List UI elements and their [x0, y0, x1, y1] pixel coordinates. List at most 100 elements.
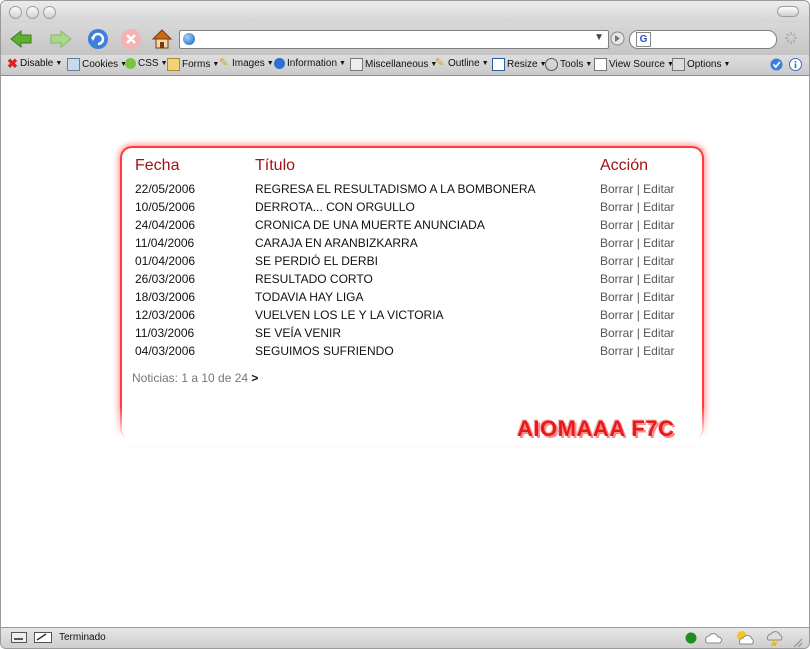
next-page-link[interactable]: > — [251, 371, 258, 385]
devbar-resize-menu[interactable]: Resize ▼ — [492, 58, 547, 71]
web-developer-toolbar: ✖ Disable ▼ Cookies ▼ CSS ▼ Forms ▼ ✎ Images ▼ … — [1, 55, 809, 76]
menu-arrow-icon: ▼ — [266, 60, 274, 67]
resize-grip-icon[interactable] — [793, 638, 803, 648]
page-info-icon[interactable] — [11, 632, 27, 643]
info-icon — [274, 58, 285, 69]
delete-link[interactable]: Borrar — [600, 272, 633, 286]
row-date: 11/04/2006 — [135, 236, 195, 250]
forward-arrow-icon — [50, 29, 72, 49]
row-title: VUELVEN LOS LE Y LA VICTORIA — [255, 308, 444, 322]
devbar-disable-menu[interactable]: ✖ Disable ▼ — [7, 56, 62, 71]
delete-link[interactable]: Borrar — [600, 218, 633, 232]
action-separator: | — [636, 200, 640, 214]
back-button[interactable] — [9, 27, 35, 51]
stop-button[interactable] — [118, 27, 144, 51]
row-title: CARAJA EN ARANBIZKARRA — [255, 236, 418, 250]
action-separator: | — [636, 308, 640, 322]
toolbar-toggle-button[interactable] — [777, 6, 799, 17]
action-separator: | — [636, 326, 640, 340]
delete-link[interactable]: Borrar — [600, 182, 633, 196]
cookies-icon — [67, 58, 80, 71]
minimize-window-button[interactable] — [26, 6, 39, 19]
back-arrow-icon — [10, 29, 32, 49]
action-separator: | — [636, 344, 640, 358]
title-bar — [1, 1, 809, 23]
pagination: Noticias: 1 a 10 de 24 > — [132, 371, 258, 385]
history-dropdown-icon[interactable]: ▼ — [594, 32, 604, 43]
row-title: DERROTA... CON ORGULLO — [255, 200, 415, 214]
devbar-outline-menu[interactable]: ✎ Outline ▼ — [435, 58, 489, 70]
row-actions: Borrar | Editar — [600, 234, 675, 252]
devbar-forms-menu[interactable]: Forms ▼ — [167, 58, 219, 71]
header-action: Acción — [600, 157, 649, 174]
resize-icon — [492, 58, 505, 71]
delete-link[interactable]: Borrar — [600, 326, 633, 340]
devbar-css-menu[interactable]: CSS ▼ — [125, 58, 168, 69]
page-content: Fecha Título Acción 22/05/2006 REGRESA EL… — [1, 76, 809, 627]
edit-page-icon[interactable] — [34, 632, 52, 643]
activity-throbber-icon — [785, 32, 797, 44]
zoom-window-button[interactable] — [43, 6, 56, 19]
row-title: RESULTADO CORTO — [255, 272, 373, 286]
edit-link[interactable]: Editar — [643, 218, 674, 232]
header-date: Fecha — [135, 157, 180, 174]
connection-status-icon — [685, 632, 697, 644]
devbar-tools-menu[interactable]: Tools ▼ — [545, 58, 592, 71]
devbar-images-menu[interactable]: ✎ Images ▼ — [219, 57, 274, 70]
pagination-text: Noticias: 1 a 10 de 24 — [132, 371, 249, 385]
action-separator: | — [636, 218, 640, 232]
delete-link[interactable]: Borrar — [600, 200, 633, 214]
validation-check-icon[interactable] — [770, 58, 783, 71]
go-button-icon[interactable] — [610, 31, 625, 46]
edit-link[interactable]: Editar — [643, 326, 674, 340]
navigation-toolbar: ▼ G — [1, 23, 809, 55]
edit-link[interactable]: Editar — [643, 290, 674, 304]
edit-link[interactable]: Editar — [643, 200, 674, 214]
action-separator: | — [636, 272, 640, 286]
row-actions: Borrar | Editar — [600, 342, 675, 360]
devbar-cookies-menu[interactable]: Cookies ▼ — [67, 58, 127, 71]
address-bar[interactable]: ▼ — [179, 30, 609, 49]
delete-link[interactable]: Borrar — [600, 344, 633, 358]
edit-link[interactable]: Editar — [643, 308, 674, 322]
devbar-information-menu[interactable]: Information ▼ — [274, 58, 346, 69]
edit-link[interactable]: Editar — [643, 254, 674, 268]
row-date: 26/03/2006 — [135, 272, 196, 286]
close-window-button[interactable] — [9, 6, 22, 19]
miscellaneous-icon — [350, 58, 363, 71]
delete-link[interactable]: Borrar — [600, 308, 633, 322]
row-date: 22/05/2006 — [135, 182, 196, 196]
home-icon — [151, 29, 173, 49]
images-icon: ✎ — [219, 57, 229, 69]
view-source-icon — [594, 58, 607, 71]
search-field[interactable]: G — [629, 30, 777, 49]
devbar-miscellaneous-menu[interactable]: Miscellaneous ▼ — [350, 58, 437, 71]
edit-link[interactable]: Editar — [643, 236, 674, 250]
cloud-icon — [705, 633, 723, 644]
row-date: 12/03/2006 — [135, 308, 196, 322]
reload-button[interactable] — [85, 27, 111, 51]
edit-link[interactable]: Editar — [643, 182, 674, 196]
forms-icon — [167, 58, 180, 71]
devbar-view-source-menu[interactable]: View Source ▼ — [594, 58, 674, 71]
delete-link[interactable]: Borrar — [600, 290, 633, 304]
row-actions: Borrar | Editar — [600, 216, 675, 234]
edit-link[interactable]: Editar — [643, 344, 674, 358]
google-search-icon: G — [636, 32, 651, 47]
options-icon — [672, 58, 685, 71]
action-separator: | — [636, 254, 640, 268]
row-title: SEGUIMOS SUFRIENDO — [255, 344, 394, 358]
delete-link[interactable]: Borrar — [600, 254, 633, 268]
edit-link[interactable]: Editar — [643, 272, 674, 286]
home-button[interactable] — [149, 27, 175, 51]
delete-link[interactable]: Borrar — [600, 236, 633, 250]
row-title: CRONICA DE UNA MUERTE ANUNCIADA — [255, 218, 485, 232]
forward-button[interactable] — [47, 27, 73, 51]
devbar-options-menu[interactable]: Options ▼ — [672, 58, 730, 71]
menu-arrow-icon: ▼ — [481, 60, 489, 67]
info-status-icon[interactable] — [789, 58, 802, 71]
row-actions: Borrar | Editar — [600, 180, 675, 198]
status-bar: Terminado — [1, 627, 809, 648]
row-title: TODAVIA HAY LIGA — [255, 290, 364, 304]
red-x-icon: ✖ — [7, 56, 18, 71]
